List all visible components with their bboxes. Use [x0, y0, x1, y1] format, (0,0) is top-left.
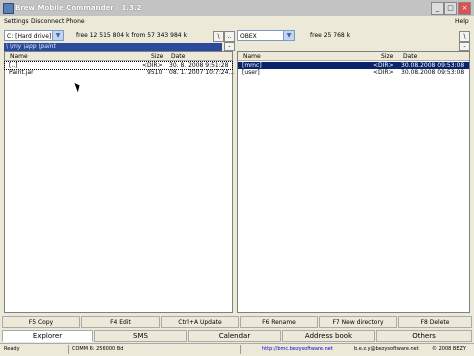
file-row[interactable]: [mmc] <DIR> 30.08.2008 09:53:08	[238, 62, 469, 69]
right-drive-select[interactable]: OBEX ▼	[237, 30, 295, 41]
file-row[interactable]: Paint.jar 9510 08. 1. 2007 10:7:24...	[5, 69, 235, 76]
left-up-button[interactable]: ..	[224, 31, 235, 42]
right-free-space: free 25 768 k	[310, 32, 351, 39]
left-col-size[interactable]: Size	[151, 53, 163, 60]
file-size: <DIR>	[373, 62, 394, 69]
close-button[interactable]: ×	[458, 2, 471, 15]
tab-others[interactable]: Others	[376, 330, 472, 342]
status-copyright: © 2008 BEZY	[432, 346, 466, 352]
tab-sms[interactable]: SMS	[94, 330, 187, 342]
file-name: [..]	[9, 62, 18, 69]
chevron-down-icon: ▼	[52, 31, 63, 40]
app-icon	[3, 3, 14, 14]
file-size: 9510	[147, 69, 163, 76]
status-url[interactable]: http://bmc.bezysoftware.net	[262, 346, 333, 352]
file-date: 30.08.2008 09:53:08	[401, 62, 465, 69]
left-path: \ \my \app \paint	[4, 43, 222, 51]
file-date: 30. 8. 2008 9:51:28	[169, 62, 229, 69]
copy-button[interactable]: F5 Copy	[2, 316, 80, 328]
left-free-space: free 12 515 804 k from 57 343 984 k	[76, 32, 187, 39]
left-col-name[interactable]: Name	[10, 53, 28, 60]
left-panel-toggle[interactable]: -	[224, 42, 235, 51]
right-column-header: Name Size Date	[238, 52, 469, 61]
left-column-header: Name Size Date	[5, 52, 232, 61]
file-size: <DIR>	[142, 62, 163, 69]
menu-settings[interactable]: Settings	[4, 18, 29, 25]
left-root-button[interactable]: \	[213, 31, 224, 42]
right-file-pane[interactable]: Name Size Date [mmc] <DIR> 30.08.2008 09…	[237, 51, 470, 313]
left-file-pane[interactable]: Name Size Date [..] <DIR> 30. 8. 2008 9:…	[4, 51, 235, 313]
status-bar: Ready COMM 6: 256000 Bd http://bmc.bezys…	[0, 343, 474, 356]
file-date: 08. 1. 2007 10:7:24...	[169, 69, 235, 76]
file-name: [user]	[242, 69, 260, 76]
tab-address-book[interactable]: Address book	[282, 330, 375, 342]
file-size: <DIR>	[373, 69, 394, 76]
menu-help[interactable]: Help	[455, 18, 469, 25]
minimize-button[interactable]: _	[431, 2, 444, 15]
file-name: Paint.jar	[9, 69, 34, 76]
right-root-button[interactable]: \	[459, 31, 470, 42]
left-col-date[interactable]: Date	[171, 53, 185, 60]
left-drive-select[interactable]: C: [Hard drive] ▼	[4, 30, 64, 41]
menu-phone[interactable]: Phone	[66, 18, 85, 25]
menu-bar: Settings Disconnect Phone Help	[0, 16, 474, 27]
window-title: Brew Mobile Commander - 1.3.2	[15, 4, 142, 12]
app-window: Brew Mobile Commander - 1.3.2 _ □ × Sett…	[0, 0, 474, 356]
delete-button[interactable]: F8 Delete	[398, 316, 472, 328]
status-divider	[68, 345, 69, 354]
file-date: 30.08.2008 09:53:08	[401, 69, 465, 76]
maximize-button[interactable]: □	[444, 2, 457, 15]
new-directory-button[interactable]: F7 New directory	[319, 316, 397, 328]
tab-calendar[interactable]: Calendar	[188, 330, 281, 342]
update-button[interactable]: Ctrl+A Update	[161, 316, 239, 328]
module-tabs: Explorer SMS Calendar Address book Other…	[0, 330, 474, 342]
function-key-bar: F5 Copy F4 Edit Ctrl+A Update F6 Rename …	[0, 316, 474, 328]
right-panel-toggle[interactable]: -	[459, 42, 470, 51]
file-name: [mmc]	[242, 62, 262, 69]
right-col-size[interactable]: Size	[381, 53, 393, 60]
right-col-name[interactable]: Name	[243, 53, 261, 60]
menu-disconnect[interactable]: Disconnect	[31, 18, 64, 25]
right-drive-value: OBEX	[240, 33, 257, 40]
chevron-down-icon: ▼	[283, 31, 294, 40]
status-port: COMM 6: 256000 Bd	[72, 346, 124, 352]
rename-button[interactable]: F6 Rename	[240, 316, 318, 328]
file-row[interactable]: [user] <DIR> 30.08.2008 09:53:08	[238, 69, 469, 76]
status-divider	[240, 345, 241, 354]
status-connection: Ready	[4, 346, 20, 352]
tab-explorer[interactable]: Explorer	[2, 330, 93, 342]
left-drive-value: C: [Hard drive]	[7, 33, 52, 40]
title-bar: Brew Mobile Commander - 1.3.2 _ □ ×	[0, 0, 474, 17]
right-col-date[interactable]: Date	[403, 53, 417, 60]
edit-button[interactable]: F4 Edit	[81, 316, 160, 328]
status-email[interactable]: b.e.z.y@bezysoftware.net	[354, 346, 419, 352]
file-row[interactable]: [..] <DIR> 30. 8. 2008 9:51:28	[4, 61, 233, 70]
